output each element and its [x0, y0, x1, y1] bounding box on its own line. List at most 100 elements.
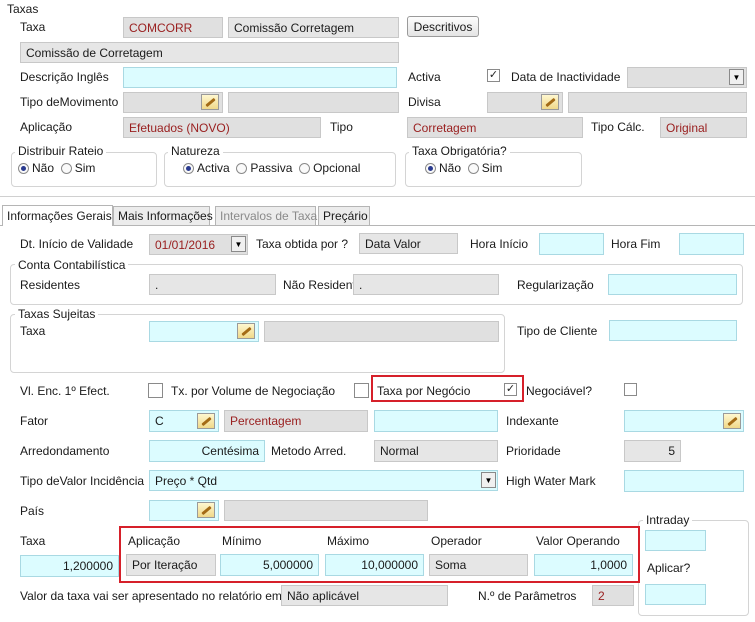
- regularizacao-label: Regularização: [517, 278, 594, 292]
- dt-inicio-label: Dt. Início de Validade: [20, 237, 134, 251]
- prioridade-field[interactable]: 5: [624, 440, 681, 462]
- pencil-icon[interactable]: [237, 323, 255, 339]
- aplicar-input[interactable]: [645, 584, 706, 605]
- chevron-down-icon[interactable]: ▼: [231, 236, 246, 252]
- negociavel-label: Negociável?: [526, 384, 593, 398]
- col-header-minimo: Mínimo: [222, 534, 262, 548]
- data-inactividade-label: Data de Inactividade: [511, 70, 621, 84]
- hora-inicio-label: Hora Início: [470, 237, 529, 251]
- radio-passiva[interactable]: Passiva: [236, 161, 292, 175]
- radio-sim[interactable]: Sim: [467, 161, 502, 175]
- conta-contabilistica-label: Conta Contabilística: [15, 258, 129, 272]
- metodo-arred-field: Normal: [374, 440, 498, 462]
- tab-mais-informacoes[interactable]: Mais Informações: [113, 206, 213, 225]
- taxa-sujeita-desc: [264, 321, 499, 342]
- indexante-label: Indexante: [506, 414, 559, 428]
- high-water-input[interactable]: [624, 470, 744, 492]
- tipo-valor-select[interactable]: Preço * Qtd: [149, 470, 498, 491]
- pencil-icon[interactable]: [197, 502, 215, 518]
- taxa-label: Taxa: [20, 324, 46, 338]
- nao-residentes-field[interactable]: .: [353, 274, 499, 295]
- taxa-obrigatoria-options: Não Sim: [425, 161, 502, 175]
- pencil-icon[interactable]: [197, 413, 215, 429]
- hora-inicio-input[interactable]: [539, 233, 604, 255]
- divisa-desc: [568, 92, 747, 113]
- valor-taxa-label: Valor da taxa vai ser apresentado no rel…: [20, 589, 286, 603]
- vl-enc-label: Vl. Enc. 1º Efect.: [20, 384, 110, 398]
- natureza-options: Activa Passiva Opcional: [183, 161, 360, 175]
- fator-label: Fator: [20, 414, 49, 428]
- tx-volume-checkbox[interactable]: [354, 383, 369, 398]
- activa-checkbox[interactable]: ✓: [487, 69, 500, 82]
- col-header-aplicacao: Aplicação: [128, 534, 181, 548]
- descricao-ingles-label: Descrição Inglês: [20, 70, 109, 84]
- tipo-movimento-desc: [228, 92, 399, 113]
- activa-label: Activa: [408, 70, 441, 84]
- arredondamento-field[interactable]: Centésima: [149, 440, 265, 462]
- valor-taxa-field[interactable]: Não aplicável: [281, 585, 448, 606]
- n-parametros-label: N.º de Parâmetros: [478, 589, 577, 603]
- taxa-obtida-field: Data Valor: [359, 233, 458, 254]
- tab-intervalos-de-taxa: Intervalos de Taxa: [215, 206, 317, 225]
- radio-nao[interactable]: Não: [425, 161, 461, 175]
- intraday-input[interactable]: [645, 530, 706, 551]
- chevron-down-icon[interactable]: ▼: [729, 69, 744, 85]
- hora-fim-input[interactable]: [679, 233, 744, 255]
- fator-desc: Percentagem: [224, 410, 368, 432]
- tab-precario[interactable]: Preçário: [318, 206, 370, 225]
- regularizacao-input[interactable]: [608, 274, 737, 295]
- radio-nao[interactable]: Não: [18, 161, 54, 175]
- section-title: Taxas: [7, 2, 39, 16]
- radio-sim[interactable]: Sim: [60, 161, 95, 175]
- aplicacao-cell[interactable]: Por Iteração: [126, 554, 216, 576]
- pais-desc: [224, 500, 428, 521]
- distribuir-rateio-label: Distribuir Rateio: [15, 144, 107, 158]
- pencil-icon[interactable]: [201, 94, 219, 110]
- tipo-valor-label: Tipo deValor Incidência: [20, 474, 145, 488]
- taxa-label: Taxa: [20, 20, 46, 34]
- minimo-cell[interactable]: 5,000000: [220, 554, 319, 576]
- tipo-field: Corretagem: [407, 117, 583, 138]
- taxa-negocio-highlight: [371, 375, 524, 402]
- tipo-cliente-input[interactable]: [609, 320, 737, 341]
- taxa-row-label: Taxa: [20, 534, 46, 548]
- taxas-sujeitas-label: Taxas Sujeitas: [15, 307, 99, 321]
- tab-strip-line: [0, 225, 755, 226]
- natureza-label: Natureza: [168, 144, 223, 158]
- operador-cell[interactable]: Soma: [429, 554, 528, 576]
- taxa-obrigatoria-label: Taxa Obrigatória?: [409, 144, 510, 158]
- maximo-cell[interactable]: 10,000000: [325, 554, 424, 576]
- radio-activa[interactable]: Activa: [183, 161, 230, 175]
- col-header-maximo: Máximo: [327, 534, 370, 548]
- aplicacao-label: Aplicação: [20, 120, 73, 134]
- descritivos-button[interactable]: Descritivos: [407, 16, 479, 37]
- active-tab-gap: [3, 225, 112, 226]
- n-parametros-field: 2: [592, 585, 634, 606]
- col-header-valor-operando: Valor Operando: [536, 534, 620, 548]
- hora-fim-label: Hora Fim: [611, 237, 661, 251]
- prioridade-label: Prioridade: [506, 444, 561, 458]
- radio-opcional[interactable]: Opcional: [299, 161, 360, 175]
- pencil-icon[interactable]: [723, 413, 741, 429]
- distribuir-rateio-options: Não Sim: [18, 161, 95, 175]
- tipo-cliente-label: Tipo de Cliente: [517, 324, 598, 338]
- metodo-arred-label: Metodo Arred.: [271, 444, 347, 458]
- tipo-calc-label: Tipo Cálc.: [591, 120, 645, 134]
- description-field[interactable]: Comissão de Corretagem: [20, 42, 399, 63]
- taxa-value-input[interactable]: 1,200000: [20, 555, 119, 577]
- fator-extra-input[interactable]: [374, 410, 498, 432]
- residentes-field[interactable]: .: [149, 274, 276, 295]
- valor-operando-cell[interactable]: 1,0000: [534, 554, 633, 576]
- chevron-down-icon[interactable]: ▼: [481, 472, 496, 488]
- taxa-code-field[interactable]: COMCORR: [123, 17, 223, 38]
- divider: [0, 196, 755, 197]
- intraday-label: Intraday: [643, 513, 693, 527]
- taxa-name-field[interactable]: Comissão Corretagem: [228, 17, 399, 38]
- negociavel-checkbox[interactable]: [624, 383, 637, 396]
- tab-informacoes-gerais[interactable]: Informações Gerais: [2, 205, 113, 225]
- pais-label: País: [20, 504, 45, 518]
- residentes-label: Residentes: [20, 278, 81, 292]
- vl-enc-checkbox[interactable]: [148, 383, 163, 398]
- pencil-icon[interactable]: [541, 94, 559, 110]
- descricao-ingles-input[interactable]: [123, 67, 397, 88]
